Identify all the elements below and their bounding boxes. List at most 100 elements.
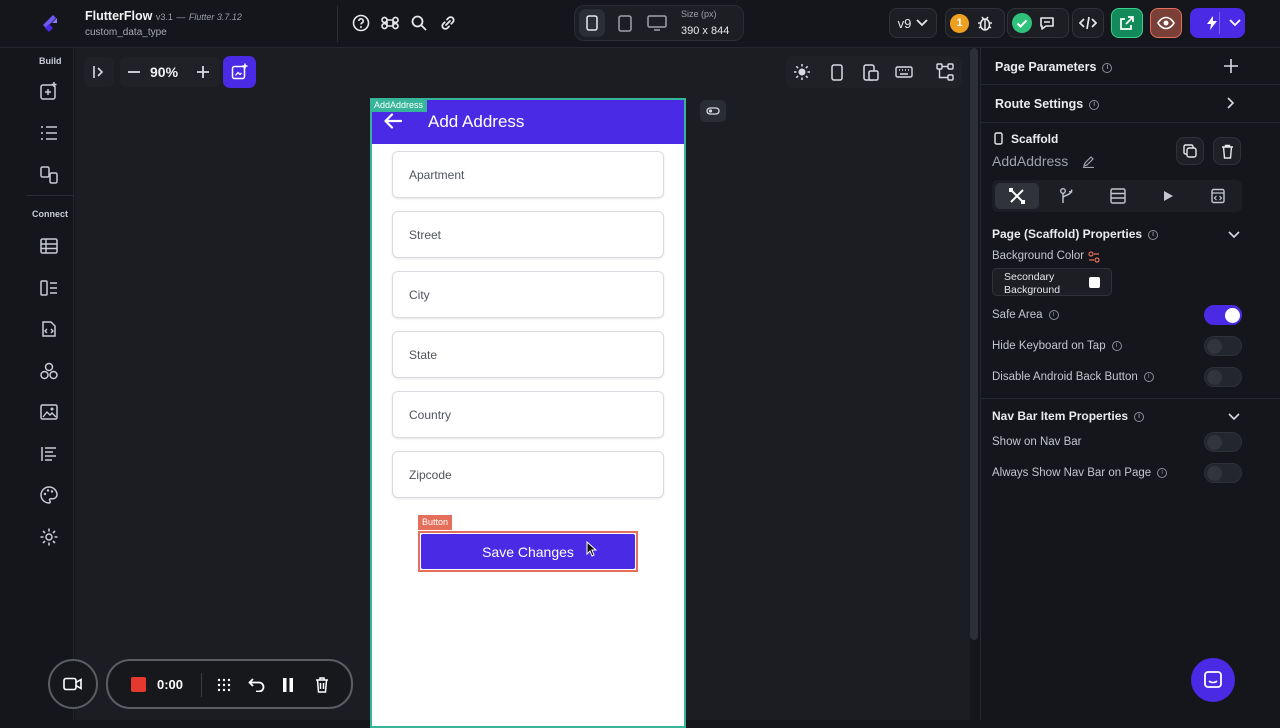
api-calls-icon[interactable] xyxy=(38,277,60,299)
info-icon[interactable]: i xyxy=(1143,371,1154,382)
storyboard-icon[interactable] xyxy=(38,164,60,186)
project-name[interactable]: custom_data_type xyxy=(85,27,167,38)
safe-area-toggle[interactable] xyxy=(1204,305,1242,325)
integrations-icon[interactable] xyxy=(38,360,60,382)
phone-preview[interactable]: Add Address Apartment Street City State … xyxy=(370,98,686,728)
notification-badge[interactable]: 1 xyxy=(950,14,969,33)
search-icon[interactable] xyxy=(407,11,431,35)
lightning-icon xyxy=(1206,16,1217,30)
color-variable-icon[interactable] xyxy=(1088,251,1100,263)
street-field[interactable]: Street xyxy=(392,211,664,258)
info-icon[interactable]: i xyxy=(1102,62,1113,73)
scaffold-properties-heading[interactable]: Page (Scaffold) Properties i xyxy=(992,227,1159,241)
tab-properties[interactable] xyxy=(995,183,1039,209)
theme-palette-icon[interactable] xyxy=(38,484,60,506)
duplicate-button[interactable] xyxy=(1176,137,1204,165)
toggle-knob xyxy=(1207,370,1222,385)
info-icon[interactable]: i xyxy=(1048,309,1059,320)
chat-icon[interactable] xyxy=(1035,11,1059,35)
chevron-down-icon[interactable] xyxy=(1228,413,1240,421)
stop-recording-icon[interactable] xyxy=(131,677,146,692)
collapse-panel-button[interactable] xyxy=(84,57,114,87)
support-chat-button[interactable] xyxy=(1191,658,1235,702)
phone-frame-toggle[interactable] xyxy=(700,100,726,122)
country-field[interactable]: Country xyxy=(392,391,664,438)
zoom-level[interactable]: 90% xyxy=(150,64,178,80)
divider xyxy=(26,195,74,196)
command-icon[interactable] xyxy=(378,11,402,35)
add-parameter-icon[interactable] xyxy=(1224,59,1238,73)
check-status-icon[interactable] xyxy=(1012,13,1032,33)
camera-toggle-button[interactable] xyxy=(48,659,98,709)
add-page-button[interactable] xyxy=(223,56,256,88)
delete-button[interactable] xyxy=(1213,137,1241,165)
pause-icon[interactable] xyxy=(282,678,294,692)
city-field[interactable]: City xyxy=(392,271,664,318)
divider xyxy=(201,673,202,697)
desktop-icon xyxy=(647,15,667,31)
tree-structure-icon[interactable] xyxy=(935,62,955,82)
run-dropdown-icon[interactable] xyxy=(1223,11,1247,35)
disable-back-toggle[interactable] xyxy=(1204,367,1242,387)
info-icon[interactable]: i xyxy=(1111,340,1122,351)
responsive-icon[interactable] xyxy=(861,62,881,82)
app-settings-list-icon[interactable] xyxy=(38,443,60,465)
apartment-field[interactable]: Apartment xyxy=(392,151,664,198)
chevron-right-icon[interactable] xyxy=(1227,97,1235,109)
navbar-properties-heading[interactable]: Nav Bar Item Properties i xyxy=(992,409,1145,423)
widget-tree-icon[interactable] xyxy=(38,122,60,144)
hide-keyboard-toggle[interactable] xyxy=(1204,336,1242,356)
share-button[interactable] xyxy=(1111,8,1143,38)
light-mode-icon[interactable] xyxy=(792,62,812,82)
version-dropdown[interactable]: v9 xyxy=(889,8,937,38)
chevron-down-icon[interactable] xyxy=(1228,231,1240,239)
route-settings-heading[interactable]: Route Settings i xyxy=(995,97,1100,111)
flutterflow-logo-icon[interactable] xyxy=(38,12,62,36)
tablet-device-button[interactable] xyxy=(613,11,637,35)
info-icon[interactable]: i xyxy=(1134,411,1145,422)
grid-dots-icon[interactable] xyxy=(216,677,232,693)
background-color-picker[interactable]: Secondary Background xyxy=(992,268,1112,296)
info-icon[interactable]: i xyxy=(1148,229,1159,240)
copy-icon xyxy=(1183,144,1197,158)
info-icon[interactable]: i xyxy=(1089,99,1100,110)
page-parameters-heading[interactable]: Page Parameters i xyxy=(995,60,1113,74)
canvas-scrollbar[interactable] xyxy=(970,48,978,640)
undo-icon[interactable] xyxy=(248,677,265,692)
device-frame-icon[interactable] xyxy=(827,62,847,82)
tab-actions[interactable] xyxy=(1056,185,1080,207)
zoom-out-icon[interactable] xyxy=(124,62,144,82)
code-icon xyxy=(1079,16,1097,30)
bug-icon[interactable] xyxy=(973,11,997,35)
field-label: Country xyxy=(409,407,452,422)
save-changes-button[interactable]: Save Changes xyxy=(421,534,635,569)
code-button[interactable] xyxy=(1072,8,1104,38)
show-navbar-toggle[interactable] xyxy=(1204,432,1242,452)
help-icon[interactable] xyxy=(349,11,373,35)
widget-name[interactable]: AddAddress xyxy=(992,153,1068,169)
media-assets-icon[interactable] xyxy=(38,401,60,423)
zipcode-field[interactable]: Zipcode xyxy=(392,451,664,498)
delete-recording-icon[interactable] xyxy=(315,677,329,693)
settings-gear-icon[interactable] xyxy=(38,526,60,548)
size-value[interactable]: 390 x 844 xyxy=(681,25,729,37)
always-show-navbar-toggle[interactable] xyxy=(1204,463,1242,483)
left-nav-rail: Build Connect xyxy=(0,48,74,720)
add-widget-icon[interactable] xyxy=(38,80,60,102)
database-icon[interactable] xyxy=(38,235,60,257)
tab-backend-query[interactable] xyxy=(1106,185,1130,207)
zoom-in-icon[interactable] xyxy=(193,62,213,82)
custom-code-icon[interactable] xyxy=(38,318,60,340)
desktop-device-button[interactable] xyxy=(645,11,669,35)
phone-device-button[interactable] xyxy=(579,9,605,37)
link-icon[interactable] xyxy=(436,11,460,35)
divider xyxy=(981,84,1280,85)
tab-code[interactable] xyxy=(1206,185,1230,207)
state-field[interactable]: State xyxy=(392,331,664,378)
info-icon[interactable]: i xyxy=(1157,467,1168,478)
back-arrow-icon[interactable] xyxy=(384,113,402,129)
edit-pencil-icon[interactable] xyxy=(1082,155,1095,168)
keyboard-icon[interactable] xyxy=(894,62,914,82)
preview-button[interactable] xyxy=(1150,8,1182,38)
tab-animations[interactable] xyxy=(1156,185,1180,207)
